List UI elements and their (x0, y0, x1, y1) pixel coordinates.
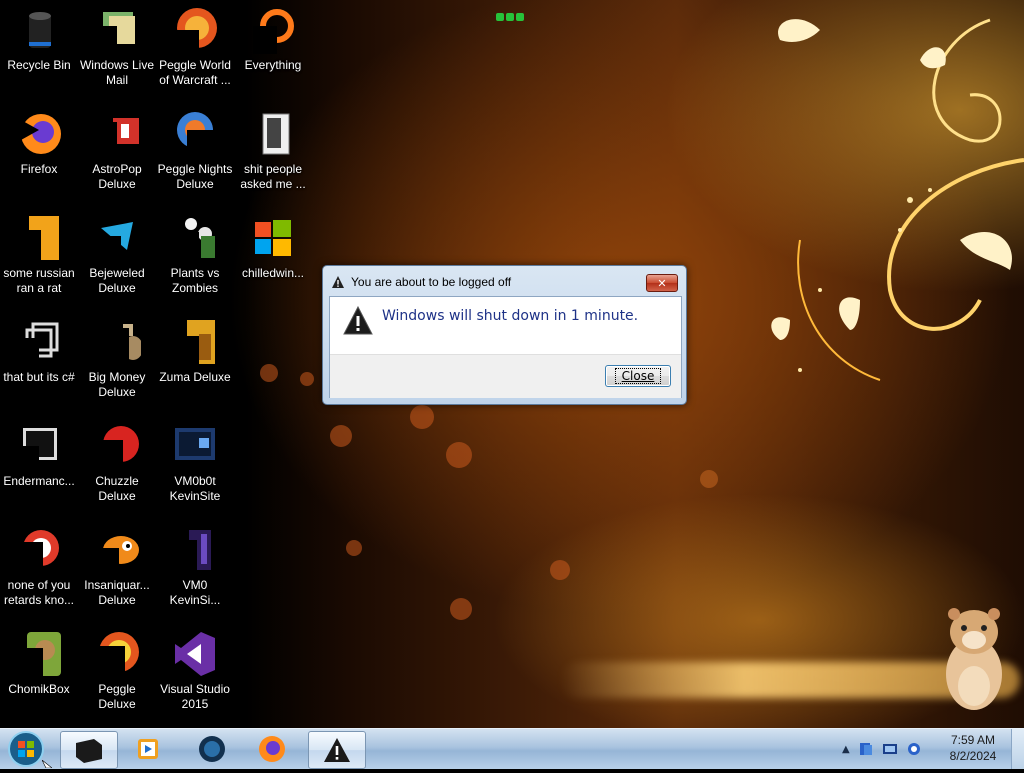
bokeh-light (450, 598, 472, 620)
desktop-icon-chilledwin[interactable]: chilledwin... (234, 208, 312, 308)
desktop-icon-bejeweled[interactable]: Bejeweled Deluxe (78, 208, 156, 308)
desktop-icon-vm0b0t[interactable]: VM0b0t KevinSite (156, 416, 234, 516)
media-player-icon (138, 739, 158, 759)
warning-icon (343, 305, 373, 335)
desktop-icon-astropop[interactable]: AstroPop Deluxe (78, 104, 156, 204)
taskbar: ▲ 7:59 AM 8/2/2024 (0, 728, 1024, 769)
display-icon[interactable] (882, 741, 898, 757)
dialog-title: You are about to be logged off (351, 275, 512, 289)
desktop-icon-that-but-csharp[interactable]: that but its c# (0, 312, 78, 412)
clock-time: 7:59 AM (950, 733, 996, 747)
zuma-icon (171, 318, 219, 366)
vm2-icon (171, 526, 219, 574)
bokeh-light (446, 442, 472, 468)
warning-icon (332, 276, 344, 288)
peggle-nights-icon (171, 110, 219, 158)
bokeh-light (260, 364, 278, 382)
bokeh-light (410, 405, 434, 429)
dialog-message-area: Windows will shut down in 1 minute. (330, 297, 681, 354)
app-icon (15, 526, 63, 574)
astropop-icon (93, 110, 141, 158)
desktop-icon-visual-studio[interactable]: Visual Studio 2015 (156, 624, 234, 724)
taskbar-item-media-player[interactable] (120, 731, 176, 767)
taskbar-item-globe-app[interactable] (184, 731, 240, 767)
desktop-icon-none-of-you[interactable]: none of you retards kno... (0, 520, 78, 620)
show-desktop-button[interactable] (1011, 729, 1024, 769)
desktop-icon-peggle-nights[interactable]: Peggle Nights Deluxe (156, 104, 234, 204)
peggle-icon (171, 6, 219, 54)
desktop-icon-recycle-bin[interactable]: Recycle Bin (0, 0, 78, 100)
desktop-icon-firefox[interactable]: Firefox (0, 104, 78, 204)
desktop-icon-big-money[interactable]: Big Money Deluxe (78, 312, 156, 412)
bejeweled-icon (93, 214, 141, 262)
desktop-icon-peggle-wow[interactable]: Peggle World of Warcraft ... (156, 0, 234, 100)
system-tray: ▲ (842, 737, 922, 761)
visual-studio-icon (171, 630, 219, 678)
show-hidden-icons-arrow[interactable]: ▲ (842, 744, 850, 755)
shortcut-icon (15, 318, 63, 366)
network-icon[interactable] (858, 741, 874, 757)
peggle-deluxe-icon (93, 630, 141, 678)
firefox-icon (15, 110, 63, 158)
vm-icon (171, 422, 219, 470)
big-money-icon (93, 318, 143, 366)
folder-icon (249, 110, 297, 158)
desktop-icon-insaniquarium[interactable]: Insaniquar... Deluxe (78, 520, 156, 620)
close-icon[interactable]: ✕ (646, 274, 678, 292)
dialog-footer: Close (330, 354, 681, 398)
desktop-icon-folder[interactable]: shit people asked me ... (234, 104, 312, 204)
monitor-icon (15, 422, 63, 470)
desktop-icon-chomikbox[interactable]: ChomikBox (0, 624, 78, 724)
chuzzle-icon (93, 422, 141, 470)
search-app-icon (249, 6, 297, 54)
desktop-icon-chuzzle[interactable]: Chuzzle Deluxe (78, 416, 156, 516)
chomikbox-icon (15, 630, 63, 678)
desktop-icon-russian-rat[interactable]: some russian ran a rat (0, 208, 78, 308)
mouse-cursor-icon (42, 760, 52, 768)
taskbar-item-firefox[interactable] (244, 731, 300, 767)
insaniquarium-icon (93, 526, 141, 574)
desktop-icon-peggle-deluxe[interactable]: Peggle Deluxe (78, 624, 156, 724)
taskbar-item-explorer[interactable] (60, 731, 118, 769)
bokeh-light (346, 540, 362, 556)
desktop-icon-windows-live-mail[interactable]: Windows Live Mail (78, 0, 156, 100)
recycle-bin-icon (15, 6, 63, 54)
mail-icon (93, 6, 141, 54)
firefox-icon (259, 736, 285, 762)
volume-icon[interactable] (906, 741, 922, 757)
bokeh-light (550, 560, 570, 580)
windows-flag-icon (249, 214, 297, 262)
explorer-icon (76, 739, 102, 763)
clock-date: 8/2/2024 (949, 749, 997, 763)
desktop-icon-plants-vs-zombies[interactable]: Plants vs Zombies (156, 208, 234, 308)
file-icon (15, 214, 63, 262)
desktop-icon-endermanch[interactable]: Endermanc... (0, 416, 78, 516)
plants-vs-zombies-icon (171, 214, 219, 262)
top-gem-decoration (496, 6, 528, 21)
dialog-message: Windows will shut down in 1 minute. (382, 308, 639, 324)
bokeh-light (330, 425, 352, 447)
bokeh-light (700, 470, 718, 488)
hamster-gadget (946, 608, 1002, 710)
desktop-icon-zuma[interactable]: Zuma Deluxe (156, 312, 234, 412)
globe-app-icon (199, 736, 225, 762)
clock[interactable]: 7:59 AM 8/2/2024 (936, 732, 1010, 764)
close-button-label: Close (614, 368, 662, 384)
desktop-icon-vm0-kevinsite[interactable]: VM0 KevinSi... (156, 520, 234, 620)
desktop-icon-everything[interactable]: Everything (234, 0, 312, 100)
dialog-body: Windows will shut down in 1 minute. Clos… (329, 296, 682, 398)
dialog-titlebar[interactable]: You are about to be logged off (331, 272, 646, 292)
warning-app-icon (324, 738, 350, 762)
close-button[interactable]: Close (605, 365, 671, 387)
swirl-decoration (771, 18, 1024, 381)
logoff-dialog: You are about to be logged off ✕ Windows… (322, 265, 687, 405)
bokeh-light (300, 372, 314, 386)
taskbar-item-warning[interactable] (308, 731, 366, 769)
